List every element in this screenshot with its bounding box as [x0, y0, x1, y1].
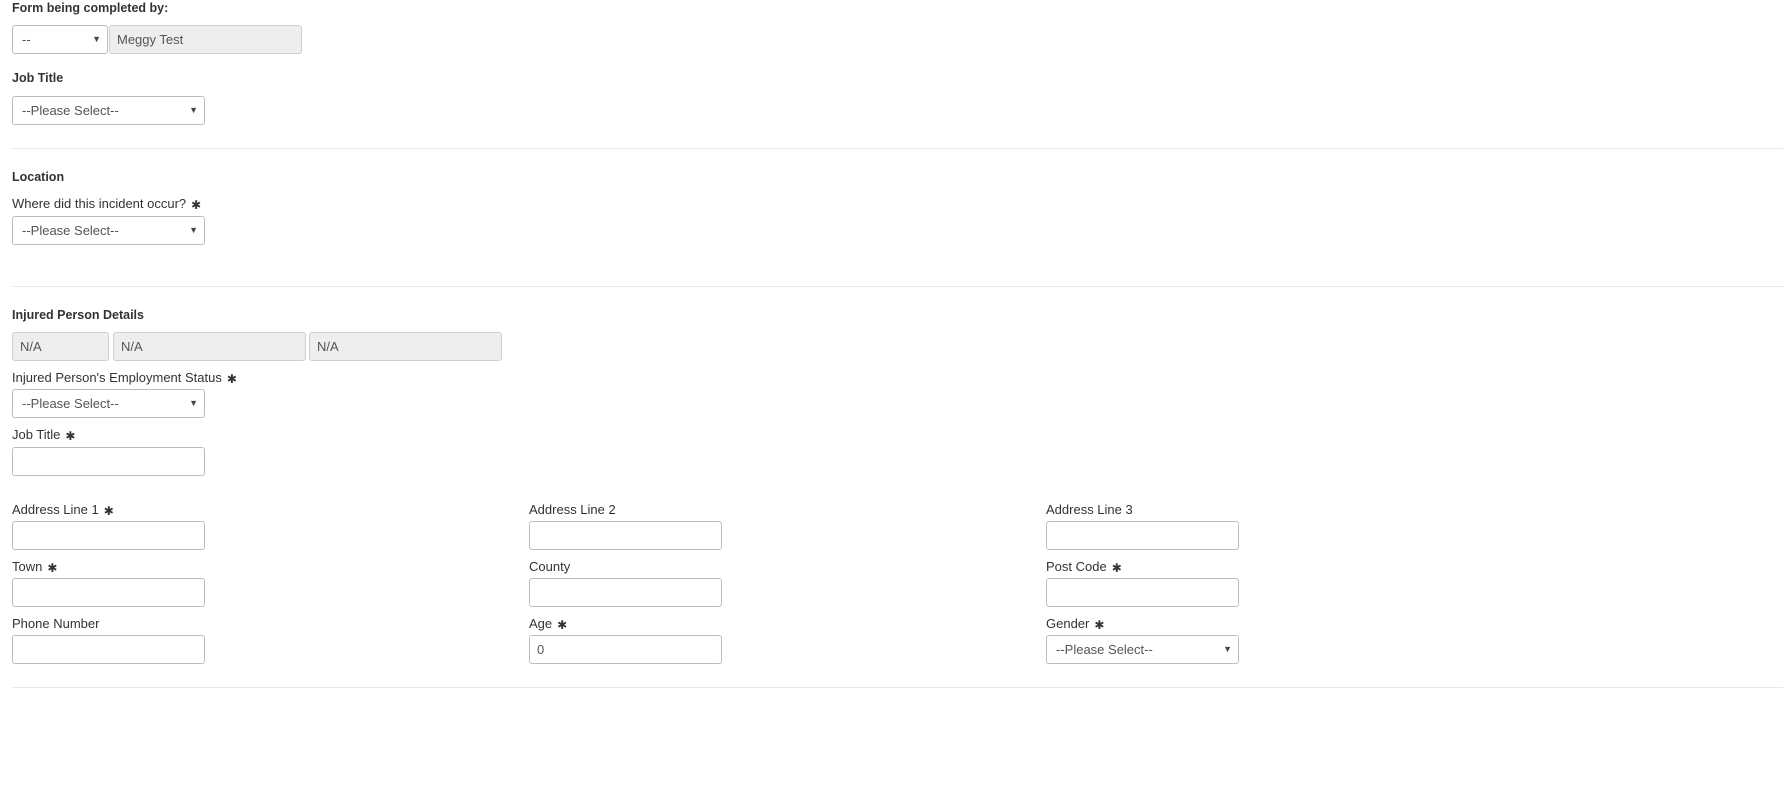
caret-down-icon: ▼ — [189, 398, 198, 408]
address-line3-label: Address Line 3 — [1046, 502, 1133, 517]
incident-location-label-text: Where did this incident occur? — [12, 196, 187, 211]
county-input[interactable] — [529, 578, 722, 607]
incident-location-select-value: --Please Select-- — [22, 223, 119, 238]
required-asterisk-icon: ✱ — [226, 372, 237, 386]
required-asterisk-icon: ✱ — [557, 618, 568, 632]
town-label: Town ✱ — [12, 559, 58, 575]
required-asterisk-icon: ✱ — [65, 429, 76, 443]
injured-person-first-name-field: N/A — [113, 332, 306, 361]
gender-label-text: Gender — [1046, 616, 1090, 631]
post-code-label-text: Post Code — [1046, 559, 1107, 574]
required-asterisk-icon: ✱ — [47, 561, 58, 575]
gender-label: Gender ✱ — [1046, 616, 1105, 632]
incident-location-label: Where did this incident occur? ✱ — [12, 196, 202, 212]
section-divider — [12, 286, 1783, 287]
town-input[interactable] — [12, 578, 205, 607]
address-line1-label-text: Address Line 1 — [12, 502, 99, 517]
post-code-input[interactable] — [1046, 578, 1239, 607]
required-asterisk-icon: ✱ — [1111, 561, 1122, 575]
required-asterisk-icon: ✱ — [1094, 618, 1105, 632]
employment-status-label-text: Injured Person's Employment Status — [12, 370, 222, 385]
injured-job-title-label: Job Title ✱ — [12, 427, 76, 443]
job-title-select-value: --Please Select-- — [22, 103, 119, 118]
section-divider — [12, 148, 1783, 149]
completed-by-name-field: Meggy Test — [109, 25, 302, 54]
caret-down-icon: ▼ — [92, 34, 101, 44]
location-heading: Location — [12, 170, 65, 184]
town-label-text: Town — [12, 559, 43, 574]
gender-select-value: --Please Select-- — [1056, 642, 1153, 657]
age-input[interactable]: 0 — [529, 635, 722, 664]
employment-status-label: Injured Person's Employment Status ✱ — [12, 370, 237, 386]
phone-number-input[interactable] — [12, 635, 205, 664]
address-line1-label: Address Line 1 ✱ — [12, 502, 114, 518]
age-label: Age ✱ — [529, 616, 568, 632]
injured-person-last-name-field: N/A — [309, 332, 502, 361]
address-line2-label: Address Line 2 — [529, 502, 616, 517]
gender-select[interactable]: --Please Select-- ▼ — [1046, 635, 1239, 664]
completed-by-title-value: -- — [22, 32, 31, 47]
injured-job-title-label-text: Job Title — [12, 427, 61, 442]
completed-by-title-select[interactable]: -- ▼ — [12, 25, 108, 54]
incident-location-select[interactable]: --Please Select-- ▼ — [12, 216, 205, 245]
job-title-select[interactable]: --Please Select-- ▼ — [12, 96, 205, 125]
section-divider — [12, 687, 1783, 688]
caret-down-icon: ▼ — [1223, 644, 1232, 654]
form-completed-by-heading: Form being completed by: — [12, 1, 169, 15]
age-label-text: Age — [529, 616, 553, 631]
address-line1-input[interactable] — [12, 521, 205, 550]
injured-person-title-field: N/A — [12, 332, 109, 361]
phone-number-label: Phone Number — [12, 616, 100, 631]
caret-down-icon: ▼ — [189, 225, 198, 235]
injured-person-heading: Injured Person Details — [12, 308, 144, 322]
county-label: County — [529, 559, 571, 574]
job-title-heading: Job Title — [12, 71, 64, 85]
address-line2-input[interactable] — [529, 521, 722, 550]
required-asterisk-icon: ✱ — [103, 504, 114, 518]
injured-job-title-input[interactable] — [12, 447, 205, 476]
required-asterisk-icon: ✱ — [191, 198, 202, 212]
caret-down-icon: ▼ — [189, 105, 198, 115]
employment-status-select-value: --Please Select-- — [22, 396, 119, 411]
post-code-label: Post Code ✱ — [1046, 559, 1122, 575]
employment-status-select[interactable]: --Please Select-- ▼ — [12, 389, 205, 418]
address-line3-input[interactable] — [1046, 521, 1239, 550]
